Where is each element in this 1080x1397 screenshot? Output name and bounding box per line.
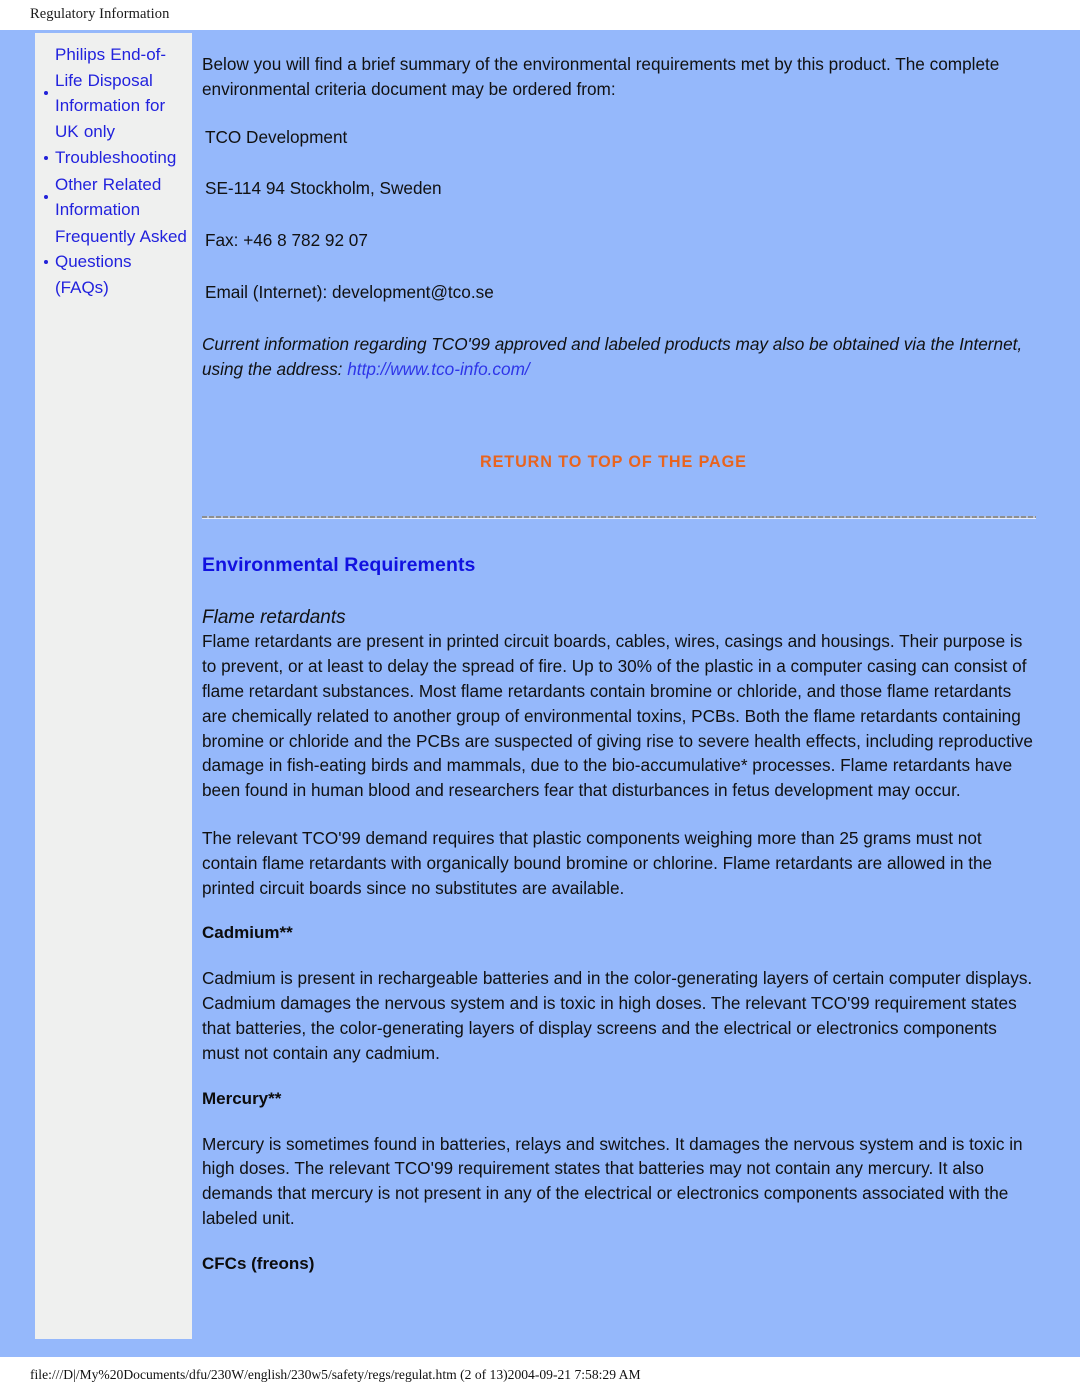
heading-mercury: Mercury**	[202, 1088, 282, 1108]
sidebar-item-label[interactable]: Philips End-of-Life Disposal Information…	[55, 42, 188, 144]
address-email: Email (Internet): development@tco.se	[205, 281, 494, 302]
sidebar-link-list: Philips End-of-Life Disposal Information…	[41, 42, 188, 300]
page-footer: file:///D|/My%20Documents/dfu/230W/engli…	[0, 1357, 1080, 1397]
return-to-top-link[interactable]: RETURN TO TOP OF THE PAGE	[480, 453, 747, 471]
page-body: Philips End-of-Life Disposal Information…	[0, 30, 1080, 1357]
address-city-line: SE-114 94 Stockholm, Sweden	[205, 178, 442, 199]
flame-retardants-paragraph-2: The relevant TCO'99 demand requires that…	[202, 827, 993, 898]
sidebar-item-troubleshooting[interactable]: Troubleshooting	[41, 145, 188, 171]
tco-info-link[interactable]: http://www.tco-info.com/	[347, 359, 529, 379]
bullet-icon	[44, 155, 48, 160]
subsection-heading-flame-retardants: Flame retardants	[202, 607, 346, 629]
main-content: Below you will find a brief summary of t…	[202, 52, 1036, 1297]
page-header: Regulatory Information	[0, 0, 1080, 30]
sidebar-item-label[interactable]: Other Related Information	[55, 172, 188, 223]
sidebar-item-frequently-asked-questions[interactable]: Frequently Asked Questions (FAQs)	[41, 224, 188, 301]
sidebar-item-other-related-information[interactable]: Other Related Information	[41, 172, 188, 223]
sidebar-item-label[interactable]: Frequently Asked Questions (FAQs)	[55, 224, 188, 301]
sidebar-navigation: Philips End-of-Life Disposal Information…	[35, 33, 192, 1339]
return-to-top-wrapper: RETURN TO TOP OF THE PAGE	[202, 453, 1036, 472]
address-organization: TCO Development	[205, 126, 348, 147]
bullet-icon	[44, 259, 48, 264]
heading-cadmium: Cadmium**	[202, 923, 293, 943]
footer-file-path: file:///D|/My%20Documents/dfu/230W/engli…	[30, 1367, 641, 1382]
cadmium-paragraph: Cadmium is present in rechargeable batte…	[202, 968, 1033, 1063]
tco-info-note-text: Current information regarding TCO'99 app…	[202, 333, 1023, 379]
intro-paragraph: Below you will find a brief summary of t…	[202, 54, 1000, 99]
address-fax: Fax: +46 8 782 92 07	[205, 230, 368, 251]
flame-retardants-paragraph-1: Flame retardants are present in printed …	[202, 631, 1033, 801]
section-heading-environmental-requirements: Environmental Requirements	[202, 554, 476, 577]
mercury-paragraph: Mercury is sometimes found in batteries,…	[202, 1133, 1023, 1228]
heading-cfcs-freons: CFCs (freons)	[202, 1253, 315, 1273]
bullet-icon	[44, 195, 48, 199]
bullet-icon	[44, 91, 48, 95]
sidebar-item-label[interactable]: Troubleshooting	[55, 145, 188, 171]
sidebar-item-philips-end-of-life-disposal[interactable]: Philips End-of-Life Disposal Information…	[41, 42, 188, 144]
tco-info-note: Current information regarding TCO'99 app…	[202, 332, 1036, 382]
page-title: Regulatory Information	[30, 6, 170, 22]
section-divider	[202, 516, 1036, 519]
